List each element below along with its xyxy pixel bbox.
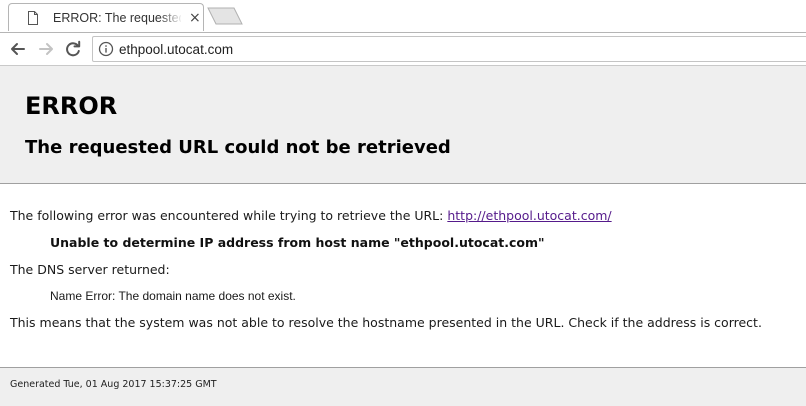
document-icon [28, 11, 38, 25]
dns-message: Name Error: The domain name does not exi… [50, 289, 296, 303]
page-title: ERROR [25, 92, 118, 120]
generated-timestamp: Generated Tue, 01 Aug 2017 15:37:25 GMT [10, 379, 217, 390]
dns-label: The DNS server returned: [10, 262, 170, 277]
explanation-text: This means that the system was not able … [10, 315, 762, 330]
info-icon[interactable] [98, 41, 114, 57]
page-footer: Generated Tue, 01 Aug 2017 15:37:25 GMT [0, 367, 806, 406]
address-bar[interactable]: ethpool.utocat.com [92, 36, 806, 62]
browser-toolbar: ethpool.utocat.com [0, 32, 806, 66]
requested-url-link[interactable]: http://ethpool.utocat.com/ [447, 208, 611, 223]
url-text[interactable]: ethpool.utocat.com [119, 42, 233, 57]
error-header: ERROR The requested URL could not be ret… [0, 66, 806, 184]
browser-tab[interactable]: ERROR: The requested U × [8, 3, 204, 31]
browser-tab-strip: ERROR: The requested U × [0, 0, 806, 32]
new-tab-icon[interactable] [207, 7, 243, 25]
error-intro-line: The following error was encountered whil… [10, 208, 612, 223]
error-intro-text: The following error was encountered whil… [10, 208, 448, 223]
tab-title-fade [159, 9, 183, 27]
back-arrow-icon[interactable] [8, 39, 28, 59]
forward-arrow-icon[interactable] [36, 39, 56, 59]
page-subtitle: The requested URL could not be retrieved [25, 137, 451, 158]
tab-close-icon[interactable]: × [189, 10, 201, 26]
error-detail: Unable to determine IP address from host… [50, 235, 545, 250]
reload-icon[interactable] [63, 39, 83, 59]
